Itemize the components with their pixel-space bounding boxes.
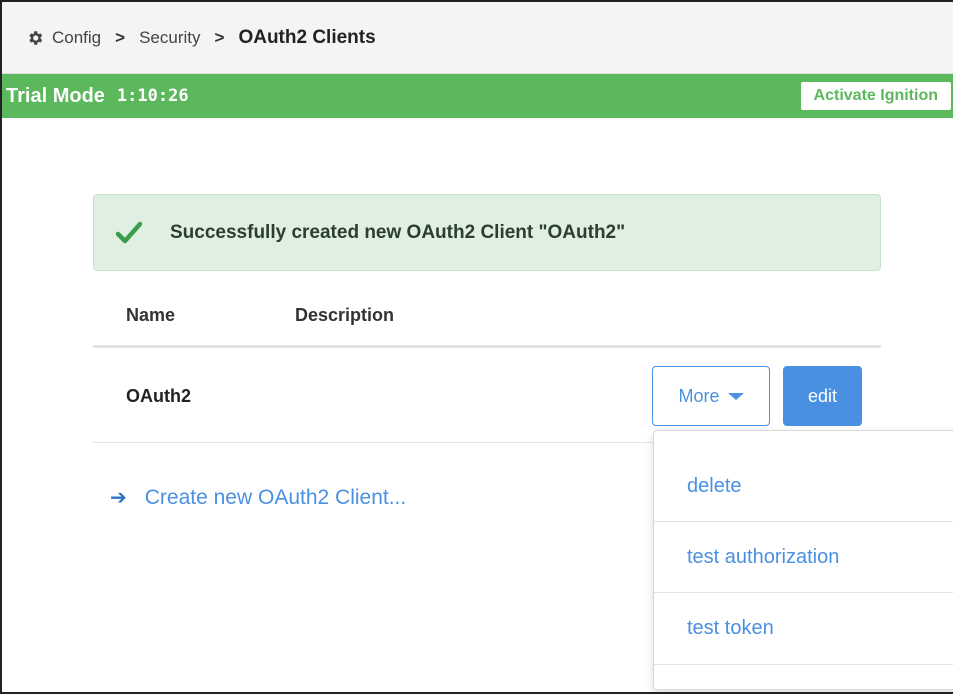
breadcrumb-security[interactable]: Security: [139, 28, 200, 48]
more-button[interactable]: More: [652, 366, 770, 426]
arrow-right-icon: ➔: [110, 487, 127, 509]
create-client-label: Create new OAuth2 Client...: [144, 485, 407, 509]
column-header-name: Name: [126, 305, 176, 325]
column-header-description: Description: [295, 305, 395, 325]
create-client-link[interactable]: ➔ Create new OAuth2 Client...: [110, 485, 406, 510]
edit-button[interactable]: edit: [783, 366, 862, 426]
trial-banner: Trial Mode 1:10:26 Activate Ignition: [2, 74, 953, 118]
client-name: OAuth2: [126, 386, 191, 406]
chevron-right-icon: >: [214, 27, 225, 47]
table-header: Name Description: [93, 292, 881, 348]
trial-timer: 1:10:26: [116, 86, 189, 106]
alert-message: Successfully created new OAuth2 Client "…: [170, 221, 626, 243]
menu-item-test-authorization[interactable]: test authorization: [654, 522, 953, 593]
menu-divider: [654, 664, 953, 665]
trial-mode-label: Trial Mode: [6, 84, 105, 107]
chevron-right-icon: >: [115, 27, 126, 47]
more-dropdown-menu: delete test authorization test token: [653, 430, 953, 690]
activate-ignition-button[interactable]: Activate Ignition: [800, 82, 951, 110]
app-frame: Config > Security > OAuth2 Clients Trial…: [0, 0, 953, 694]
breadcrumb-config[interactable]: Config: [52, 28, 101, 48]
more-label: More: [678, 385, 720, 406]
gear-icon: [29, 30, 43, 45]
caret-down-icon: [727, 392, 744, 400]
menu-item-test-token[interactable]: test token: [654, 593, 953, 664]
page-title: OAuth2 Clients: [238, 26, 376, 48]
check-icon: [116, 221, 142, 243]
menu-item-delete[interactable]: delete: [654, 451, 953, 522]
breadcrumb: Config > Security > OAuth2 Clients: [2, 2, 953, 74]
success-alert: Successfully created new OAuth2 Client "…: [93, 194, 881, 271]
